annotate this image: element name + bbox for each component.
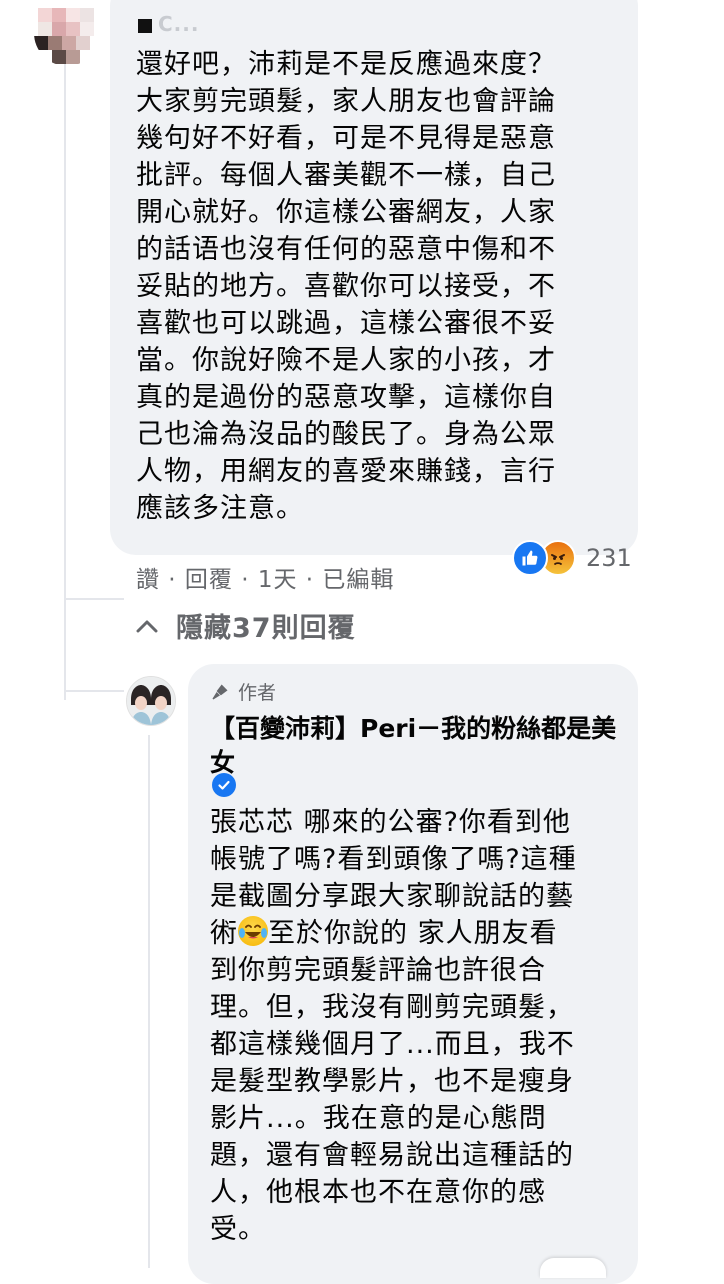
reply-bubble: 作者 【百變沛莉】Peri－我的粉絲都是美女 張芯芯 哪來的公審?你看到他 帳號…	[188, 664, 638, 1284]
reaction-count: 231	[586, 544, 632, 572]
thread-line	[64, 60, 66, 700]
reply-text: 張芯芯 哪來的公審?你看到他 帳號了嗎?看到頭像了嗎?這種 是截圖分享跟大家聊說…	[210, 804, 620, 1248]
author-avatar[interactable]	[126, 676, 176, 726]
microphone-icon	[212, 684, 228, 699]
thread-line-branch	[64, 598, 124, 600]
thread-line-branch-2	[64, 690, 124, 692]
hide-replies-label: 隱藏37則回覆	[176, 613, 356, 644]
comment-text: 還好吧，沛莉是不是反應過來度？ 大家剪完頭髮，家人朋友也會評論 幾句好不好看，可…	[136, 49, 556, 524]
like-icon	[512, 540, 548, 576]
reply-text-part2: 至於你說的 家人朋友看 到你剪完頭髮評論也許很合 理。但，我沒有剛剪完頭髮， 都…	[210, 918, 575, 1245]
hide-replies-button[interactable]: 隱藏37則回覆	[136, 606, 356, 645]
comment-bubble: C... 還好吧，沛莉是不是反應過來度？ 大家剪完頭髮，家人朋友也會評論 幾句好…	[110, 0, 638, 555]
name-redaction	[138, 18, 152, 33]
commenter-name[interactable]: C...	[138, 12, 199, 36]
chevron-up-icon	[136, 619, 158, 633]
reply-reactions-partial[interactable]	[540, 1258, 606, 1278]
page-name[interactable]: 【百變沛莉】Peri－我的粉絲都是美女	[210, 712, 620, 780]
reply-thread-line	[148, 735, 150, 1268]
author-badge: 作者	[210, 678, 276, 705]
author-badge-label: 作者	[238, 682, 277, 704]
commenter-avatar[interactable]	[34, 0, 100, 66]
verified-badge-icon	[212, 773, 236, 797]
comment-reactions[interactable]: 231	[512, 540, 632, 576]
laughing-tears-emoji-icon	[238, 916, 268, 946]
commenter-name-text[interactable]: C...	[158, 12, 199, 36]
comment-actions[interactable]: 讚 · 回覆 · 1天 · 已編輯	[136, 560, 394, 594]
